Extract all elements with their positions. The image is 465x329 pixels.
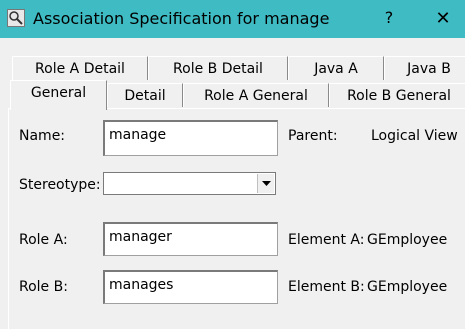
chevron-down-icon — [262, 181, 271, 186]
element-b-value: GEmployee — [367, 279, 448, 295]
role-b-field[interactable]: manages — [103, 270, 278, 304]
tab-role-b-detail[interactable]: Role B Detail — [148, 56, 288, 80]
role-a-field[interactable]: manager — [103, 222, 278, 256]
tab-detail[interactable]: Detail — [107, 83, 183, 107]
parent-label: Parent: — [288, 128, 338, 144]
window-title: Association Specification for manage — [33, 9, 330, 28]
stereotype-label: Stereotype: — [19, 177, 101, 193]
stereotype-combo[interactable] — [103, 172, 276, 195]
role-b-label: Role B: — [19, 279, 68, 295]
element-a-label: Element A: — [288, 232, 365, 248]
combo-dropdown-button[interactable] — [257, 174, 274, 193]
name-label: Name: — [19, 128, 66, 144]
tab-java-a[interactable]: Java A — [288, 56, 384, 80]
element-a-value: GEmployee — [367, 232, 448, 248]
tab-general[interactable]: General — [10, 80, 107, 110]
tab-role-a-general[interactable]: Role A General — [183, 83, 329, 107]
parent-value: Logical View — [371, 128, 458, 144]
magnifier-icon — [7, 9, 25, 27]
tab-role-b-general[interactable]: Role B General — [329, 83, 465, 107]
tab-role-a-detail[interactable]: Role A Detail — [12, 56, 148, 80]
element-b-label: Element B: — [288, 279, 365, 295]
tab-java-b[interactable]: Java B — [384, 56, 465, 80]
help-button[interactable]: ? — [378, 7, 400, 29]
title-bar: Association Specification for manage ? ✕ — [0, 0, 465, 38]
role-a-label: Role A: — [19, 232, 68, 248]
close-button[interactable]: ✕ — [431, 7, 455, 31]
name-field[interactable]: manage — [103, 120, 278, 156]
